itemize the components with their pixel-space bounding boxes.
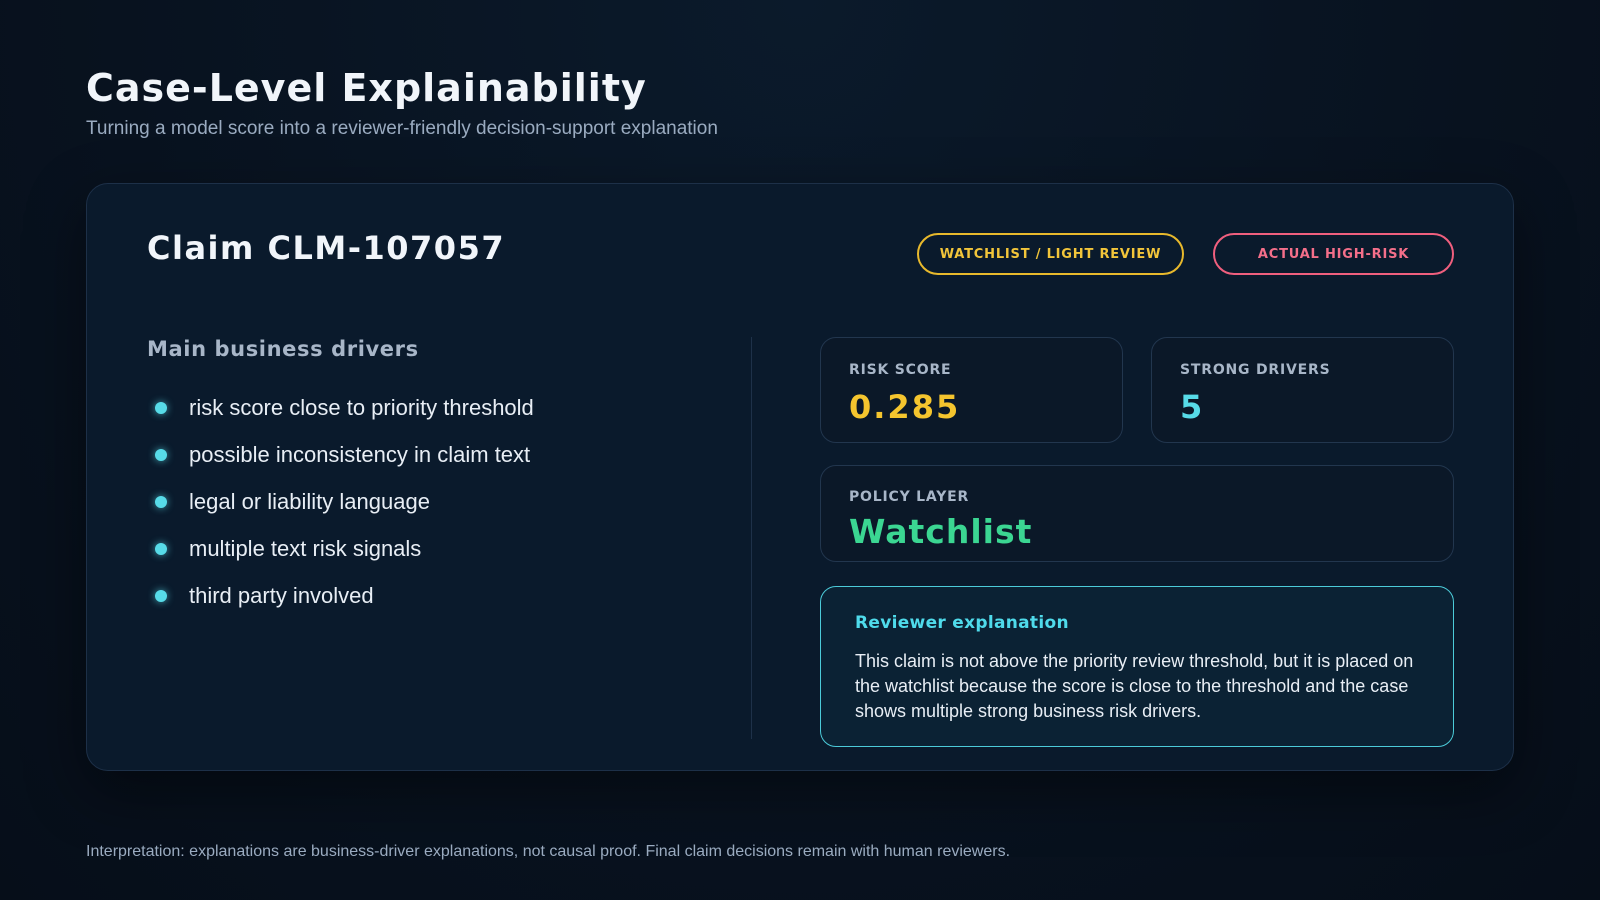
driver-label: third party involved — [189, 582, 374, 608]
explanation-title: Reviewer explanation — [855, 613, 1069, 633]
bullet-dot-icon — [155, 589, 167, 602]
list-item: legal or liability language — [147, 478, 534, 525]
driver-label: multiple text risk signals — [189, 535, 422, 561]
drivers-list: risk score close to priority threshold p… — [147, 384, 534, 619]
claim-card: Claim CLM-107057 WATCHLIST / LIGHT REVIE… — [86, 183, 1514, 771]
reviewer-explanation-box: Reviewer explanation This claim is not a… — [820, 586, 1454, 747]
bullet-dot-icon — [155, 495, 167, 508]
bullet-dot-icon — [155, 542, 167, 555]
strong-drivers-value: 5 — [1180, 388, 1205, 426]
bullet-dot-icon — [155, 401, 167, 414]
driver-label: risk score close to priority threshold — [189, 394, 534, 420]
strong-drivers-label: STRONG DRIVERS — [1180, 362, 1331, 378]
page-subtitle: Turning a model score into a reviewer-fr… — [86, 118, 718, 139]
risk-score-label: RISK SCORE — [849, 362, 952, 378]
actual-risk-badge: ACTUAL HIGH-RISK — [1213, 233, 1454, 275]
watchlist-badge: WATCHLIST / LIGHT REVIEW — [917, 233, 1184, 275]
footnote: Interpretation: explanations are busines… — [86, 843, 1011, 860]
risk-score-metric: RISK SCORE 0.285 — [820, 337, 1123, 443]
bullet-dot-icon — [155, 448, 167, 461]
explanation-text: This claim is not above the priority rev… — [855, 651, 1414, 721]
strong-drivers-metric: STRONG DRIVERS 5 — [1151, 337, 1454, 443]
risk-score-value: 0.285 — [849, 388, 961, 426]
policy-layer-label: POLICY LAYER — [849, 489, 970, 505]
drivers-heading: Main business drivers — [147, 337, 419, 361]
policy-layer-value: Watchlist — [849, 512, 1033, 551]
list-item: third party involved — [147, 572, 534, 619]
page-title: Case-Level Explainability — [86, 66, 647, 110]
driver-label: possible inconsistency in claim text — [189, 441, 531, 467]
driver-label: legal or liability language — [189, 488, 430, 514]
column-divider — [751, 337, 752, 739]
policy-layer-metric: POLICY LAYER Watchlist — [820, 465, 1454, 562]
list-item: risk score close to priority threshold — [147, 384, 534, 431]
list-item: possible inconsistency in claim text — [147, 431, 534, 478]
claim-title: Claim CLM-107057 — [147, 229, 506, 267]
list-item: multiple text risk signals — [147, 525, 534, 572]
